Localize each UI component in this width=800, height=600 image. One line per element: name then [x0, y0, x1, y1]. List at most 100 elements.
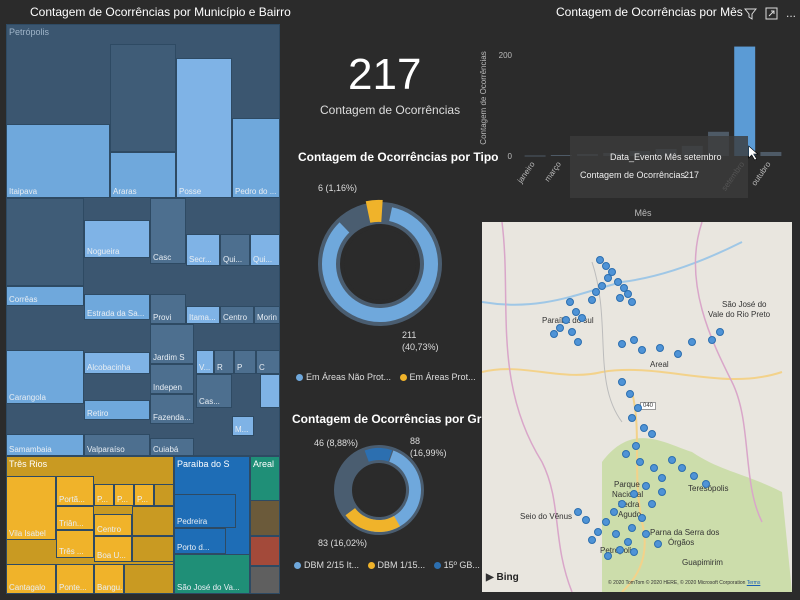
terms-link[interactable]: Terms: [747, 580, 761, 586]
treemap-cell-jardim[interactable]: Jardim S: [150, 324, 194, 364]
map-pin[interactable]: [658, 474, 666, 482]
treemap-cell-cantagalo[interactable]: Cantagalo: [6, 564, 56, 594]
map-pin[interactable]: [658, 488, 666, 496]
treemap-cell-cas[interactable]: Cas...: [196, 374, 232, 408]
map-pin[interactable]: [588, 536, 596, 544]
map-pin[interactable]: [638, 346, 646, 354]
legend-item[interactable]: Em Áreas Prot...: [399, 372, 476, 382]
legend-item[interactable]: DBM 1/15...: [367, 560, 425, 570]
map-pin[interactable]: [648, 430, 656, 438]
map-pin[interactable]: [550, 330, 558, 338]
map-pin[interactable]: [642, 530, 650, 538]
treemap-cell-morin[interactable]: Morin: [254, 306, 280, 324]
treemap-cell-ponte[interactable]: Ponte...: [56, 564, 94, 594]
map-pin[interactable]: [582, 516, 590, 524]
treemap-cell-c[interactable]: C: [256, 350, 280, 374]
treemap-cell-valparaiso[interactable]: Valparaíso: [84, 434, 150, 456]
map-pin[interactable]: [674, 350, 682, 358]
treemap-cell-itaipava[interactable]: Itaipava: [6, 124, 110, 198]
treemap-cell-trian[interactable]: Triân...: [56, 506, 94, 530]
treemap-cell-porto[interactable]: Porto d...: [174, 528, 226, 554]
map-pin[interactable]: [640, 424, 648, 432]
bar-janeiro[interactable]: [524, 155, 546, 157]
filter-icon[interactable]: [744, 7, 757, 20]
map-pin[interactable]: [588, 296, 596, 304]
map-pin[interactable]: [592, 288, 600, 296]
map-pin[interactable]: [594, 528, 602, 536]
treemap-cell-blank[interactable]: [6, 198, 84, 286]
treemap-cell-blank[interactable]: [132, 506, 174, 536]
map-pin[interactable]: [618, 500, 626, 508]
treemap-cell-p1[interactable]: P...: [94, 484, 114, 506]
map-pin[interactable]: [604, 552, 612, 560]
map-pin[interactable]: [634, 404, 642, 412]
map-pin[interactable]: [702, 480, 710, 488]
map-pin[interactable]: [648, 500, 656, 508]
map-pin[interactable]: [616, 294, 624, 302]
legend-item[interactable]: DBM 2/15 It...: [294, 560, 359, 570]
treemap-cell-tres[interactable]: Três ...: [56, 530, 94, 558]
focus-mode-icon[interactable]: [765, 7, 778, 20]
map-pin[interactable]: [578, 314, 586, 322]
map-pin[interactable]: [642, 482, 650, 490]
treemap-cell-blank[interactable]: [132, 536, 174, 562]
map-pin[interactable]: [690, 472, 698, 480]
treemap-cell-araras[interactable]: Araras: [110, 152, 176, 198]
treemap-cell-fazenda[interactable]: Fazenda...: [150, 394, 194, 424]
map-pin[interactable]: [610, 508, 618, 516]
treemap-cell-indepen[interactable]: Indepen: [150, 364, 194, 394]
donut-tipo-chart[interactable]: [310, 178, 460, 368]
treemap-cell-estrada[interactable]: Estrada da Sa...: [84, 294, 150, 320]
treemap-cell-samambaia[interactable]: Samambaia: [6, 434, 84, 456]
map-pin[interactable]: [628, 414, 636, 422]
treemap-cell-blank[interactable]: [110, 44, 176, 152]
map-pin[interactable]: [632, 442, 640, 450]
map-pin[interactable]: [612, 530, 620, 538]
map-pin[interactable]: [678, 464, 686, 472]
map-pin[interactable]: [630, 336, 638, 344]
treemap-cell-blank[interactable]: [250, 536, 280, 566]
map-pin[interactable]: [616, 546, 624, 554]
map-pin[interactable]: [716, 328, 724, 336]
map-pin[interactable]: [566, 298, 574, 306]
treemap-cell-vila-isabel[interactable]: Vila Isabel: [6, 476, 56, 540]
treemap-cell-blank[interactable]: [250, 566, 280, 594]
map-pin[interactable]: [604, 274, 612, 282]
map-pin[interactable]: [656, 344, 664, 352]
treemap-cell-m[interactable]: M...: [232, 416, 254, 436]
map-visual[interactable]: Paraíba do sul São José do Vale do Rio P…: [482, 222, 792, 592]
treemap-cell-qui2[interactable]: Qui...: [250, 234, 280, 266]
treemap-cell-p3[interactable]: P...: [134, 484, 154, 506]
treemap-cell-pedreira[interactable]: Pedreira: [174, 494, 236, 528]
map-pin[interactable]: [654, 540, 662, 548]
more-options-icon[interactable]: ...: [786, 6, 796, 20]
treemap-cell-alcobacinha[interactable]: Alcobacinha: [84, 352, 150, 374]
treemap-cell-carangola[interactable]: Carangola: [6, 350, 84, 404]
treemap-cell-centro-2[interactable]: Centro: [94, 514, 132, 536]
map-pin[interactable]: [668, 456, 676, 464]
map-pin[interactable]: [602, 518, 610, 526]
treemap-cell-boa[interactable]: Boa U...: [94, 536, 132, 562]
treemap-cell-casc[interactable]: Casc: [150, 198, 186, 264]
treemap-cell-bangu[interactable]: Bangu...: [94, 564, 124, 594]
treemap-cell-qui1[interactable]: Qui...: [220, 234, 250, 266]
treemap-cell-posse[interactable]: Posse: [176, 58, 232, 198]
map-pin[interactable]: [636, 458, 644, 466]
bar-março[interactable]: [550, 154, 572, 156]
map-pin[interactable]: [624, 538, 632, 546]
treemap-cell-sao-jose[interactable]: São José do Va...: [174, 554, 250, 594]
treemap-cell-blank[interactable]: [124, 564, 174, 594]
map-pin[interactable]: [626, 390, 634, 398]
map-pin[interactable]: [624, 290, 632, 298]
treemap-cell-blank[interactable]: [250, 500, 280, 536]
map-pin[interactable]: [630, 548, 638, 556]
map-pin[interactable]: [708, 336, 716, 344]
treemap-cell-r[interactable]: R: [214, 350, 234, 374]
treemap-cell-p[interactable]: P: [234, 350, 256, 374]
treemap-cell-retiro[interactable]: Retiro: [84, 400, 150, 420]
treemap-cell-itama[interactable]: Itama...: [186, 306, 220, 324]
map-pin[interactable]: [622, 450, 630, 458]
treemap-cell-porta[interactable]: Portã...: [56, 476, 94, 506]
donut-tipo-slice-prot[interactable]: [365, 199, 383, 223]
treemap-cell-pedro[interactable]: Pedro do ...: [232, 118, 280, 198]
